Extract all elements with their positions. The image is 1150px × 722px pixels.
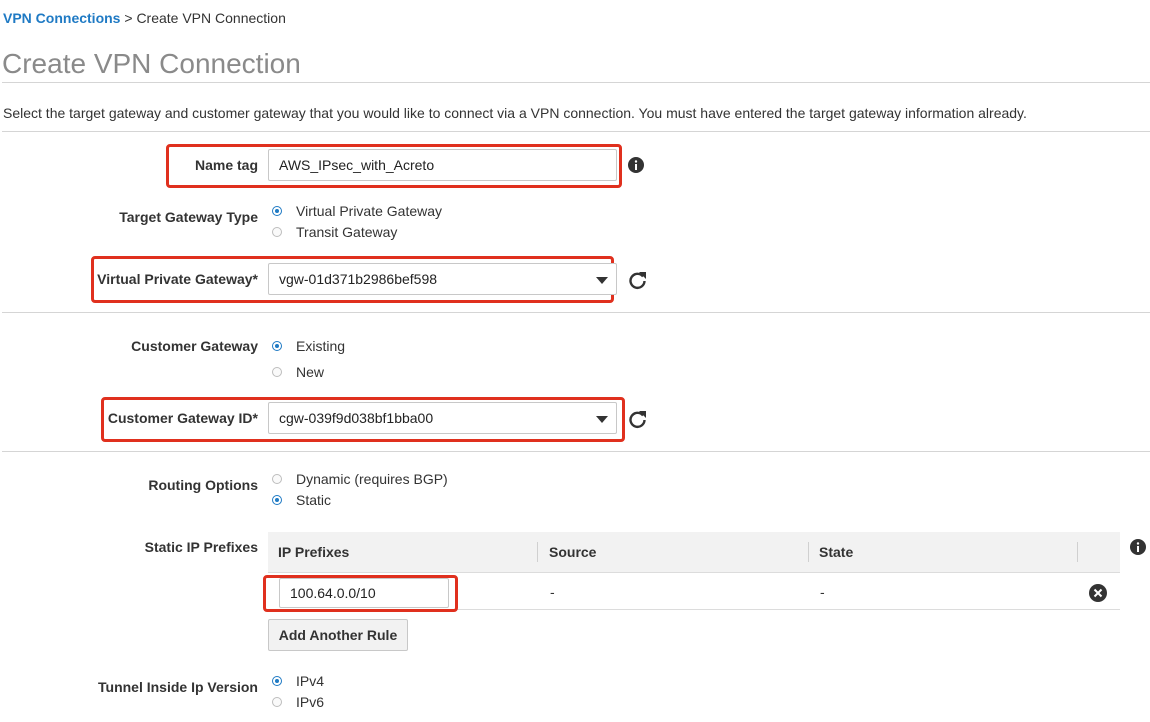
radio-button-selected[interactable] <box>272 495 282 505</box>
name-tag-label: Name tag <box>194 157 258 173</box>
radio-button[interactable] <box>272 697 282 707</box>
radio-static[interactable]: Static <box>272 492 331 508</box>
radio-dynamic[interactable]: Dynamic (requires BGP) <box>272 471 448 487</box>
static-ip-prefixes-info-icon[interactable] <box>1130 539 1146 555</box>
page-title: Create VPN Connection <box>2 48 301 79</box>
radio-existing[interactable]: Existing <box>272 338 345 354</box>
radio-button[interactable] <box>272 474 282 484</box>
column-separator <box>808 542 809 562</box>
row-state: - <box>820 584 825 600</box>
radio-button-selected[interactable] <box>272 341 282 351</box>
radio-new[interactable]: New <box>272 364 324 380</box>
caret-down-icon <box>596 277 608 284</box>
radio-ipv6[interactable]: IPv6 <box>272 694 324 710</box>
selected-value: cgw-039f9d038bf1bba00 <box>279 410 434 426</box>
ip-prefix-input[interactable] <box>279 578 449 608</box>
virtual-private-gateway-select[interactable]: vgw-01d371b2986bef598 <box>268 263 617 295</box>
radio-transit-gateway[interactable]: Transit Gateway <box>272 224 397 240</box>
customer-gateway-refresh-icon[interactable] <box>628 409 648 429</box>
target-gateway-type-label: Target Gateway Type <box>119 209 258 225</box>
column-separator <box>537 542 538 562</box>
radio-ipv4[interactable]: IPv4 <box>272 673 324 689</box>
selected-value: vgw-01d371b2986bef598 <box>279 271 438 287</box>
radio-label: Transit Gateway <box>296 224 398 240</box>
virtual-private-gateway-refresh-icon[interactable] <box>628 270 648 290</box>
radio-label: IPv6 <box>296 694 325 710</box>
virtual-private-gateway-label: Virtual Private Gateway* <box>97 271 258 287</box>
section-divider-3 <box>2 451 1150 452</box>
radio-button[interactable] <box>272 367 282 377</box>
title-divider <box>2 82 1150 83</box>
column-separator <box>1077 542 1078 562</box>
add-another-rule-button[interactable]: Add Another Rule <box>268 619 408 651</box>
section-divider-1 <box>2 131 1150 132</box>
radio-label: IPv4 <box>296 673 325 689</box>
radio-button[interactable] <box>272 227 282 237</box>
radio-label: Virtual Private Gateway <box>296 203 443 219</box>
column-header-source[interactable]: Source <box>549 532 596 572</box>
caret-down-icon <box>596 416 608 423</box>
radio-button-selected[interactable] <box>272 676 282 686</box>
page-description: Select the target gateway and customer g… <box>3 105 1027 121</box>
row-source: - <box>550 584 555 600</box>
radio-virtual-private-gateway[interactable]: Virtual Private Gateway <box>272 203 442 219</box>
radio-button-selected[interactable] <box>272 206 282 216</box>
breadcrumb: VPN Connections > Create VPN Connection <box>3 10 286 26</box>
breadcrumb-link-vpn-connections[interactable]: VPN Connections <box>3 10 120 26</box>
radio-label: Dynamic (requires BGP) <box>296 471 448 487</box>
customer-gateway-label: Customer Gateway <box>131 338 258 354</box>
radio-label: Existing <box>296 338 346 354</box>
name-tag-input[interactable] <box>268 149 617 181</box>
static-ip-prefixes-label: Static IP Prefixes <box>144 539 258 555</box>
column-header-ip-prefixes[interactable]: IP Prefixes <box>278 532 349 572</box>
routing-options-label: Routing Options <box>148 477 258 493</box>
customer-gateway-id-label: Customer Gateway ID* <box>107 410 258 426</box>
section-divider-2 <box>2 312 1150 313</box>
remove-circle-icon[interactable] <box>1089 584 1107 602</box>
tunnel-inside-ip-version-label: Tunnel Inside Ip Version <box>98 679 258 695</box>
customer-gateway-id-select[interactable]: cgw-039f9d038bf1bba00 <box>268 402 617 434</box>
radio-label: Static <box>296 492 332 508</box>
column-header-state[interactable]: State <box>819 532 853 572</box>
radio-label: New <box>296 364 325 380</box>
breadcrumb-separator: > <box>124 10 133 26</box>
breadcrumb-current: Create VPN Connection <box>136 10 286 26</box>
prefix-table-header: IP Prefixes Source State <box>268 532 1120 573</box>
name-tag-info-icon[interactable] <box>628 157 644 173</box>
